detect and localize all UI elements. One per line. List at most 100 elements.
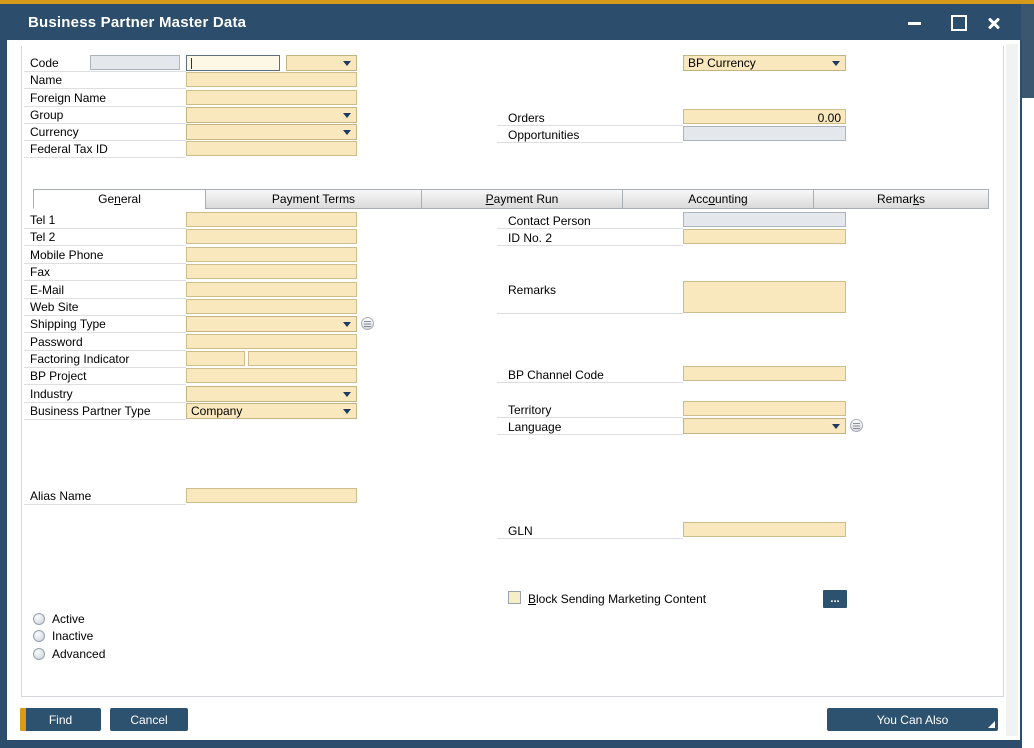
name-label: Name — [30, 73, 62, 87]
inactive-radio[interactable] — [33, 630, 45, 642]
orders-row: Orders — [497, 109, 683, 126]
window-title-bar[interactable]: Business Partner Master Data — [0, 4, 1021, 40]
territory-label: Territory — [508, 403, 551, 417]
bp-type-value: Company — [191, 404, 242, 418]
shipping-type-list-icon[interactable] — [361, 317, 374, 330]
tab-label: Payment Terms — [272, 192, 355, 206]
tab-label: unting — [715, 192, 748, 206]
dropdown-arrow-icon — [343, 409, 351, 414]
you-can-also-label: You Can Also — [877, 713, 949, 727]
tel2-row: Tel 2 — [24, 229, 186, 246]
orders-value: 0.00 — [818, 111, 841, 125]
foreign-name-label: Foreign Name — [30, 91, 106, 105]
password-input[interactable] — [186, 334, 357, 349]
name-row: Name — [24, 72, 186, 89]
id-no-2-input[interactable] — [683, 229, 846, 244]
dropdown-arrow-icon — [343, 61, 351, 66]
tab-remarks[interactable]: Remarks — [813, 189, 989, 209]
federal-tax-input[interactable] — [186, 141, 357, 156]
block-marketing-label: Block Sending Marketing Content — [528, 592, 706, 606]
contact-person-field — [683, 212, 846, 227]
dropdown-arrow-icon — [832, 424, 840, 429]
factoring-description-input[interactable] — [248, 351, 357, 366]
scrollbar-track[interactable] — [1006, 44, 1018, 736]
contact-person-row: Contact Person — [497, 212, 683, 229]
foreign-name-input[interactable] — [186, 90, 357, 105]
dropdown-arrow-icon — [343, 322, 351, 327]
find-button-label: Find — [49, 713, 72, 727]
tel1-label: Tel 1 — [30, 213, 55, 227]
tel1-row: Tel 1 — [24, 212, 186, 229]
shipping-type-dropdown[interactable] — [186, 316, 357, 332]
password-row: Password — [24, 334, 186, 351]
maximize-button[interactable] — [948, 12, 970, 34]
bp-channel-code-input[interactable] — [683, 366, 846, 381]
website-input[interactable] — [186, 299, 357, 314]
bp-type-dropdown[interactable]: Company — [186, 403, 357, 419]
tab-accounting[interactable]: Accounting — [622, 189, 814, 209]
bp-currency-dropdown[interactable]: BP Currency — [683, 55, 846, 71]
factoring-label: Factoring Indicator — [30, 352, 129, 366]
code-series-dropdown[interactable] — [286, 55, 357, 71]
minimize-button[interactable] — [903, 12, 925, 34]
contact-person-label: Contact Person — [508, 214, 591, 228]
more-options-button[interactable]: ... — [823, 590, 847, 608]
gln-input[interactable] — [683, 522, 846, 537]
tab-general[interactable]: General — [33, 189, 206, 209]
language-label: Language — [508, 420, 561, 434]
alias-name-label: Alias Name — [30, 489, 91, 503]
label-part: lock Sending Marketing Content — [536, 592, 706, 606]
territory-input[interactable] — [683, 401, 846, 416]
alias-name-input[interactable] — [186, 488, 357, 503]
bp-type-label: Business Partner Type — [30, 404, 151, 418]
advanced-radio[interactable] — [33, 648, 45, 660]
fax-row: Fax — [24, 264, 186, 281]
cancel-button-label: Cancel — [130, 713, 167, 727]
find-button[interactable]: Find — [20, 708, 101, 731]
bp-project-label: BP Project — [30, 369, 86, 383]
close-button[interactable] — [983, 12, 1005, 34]
currency-dropdown[interactable] — [186, 124, 357, 140]
tab-strip: General Payment Terms Payment Run Accoun… — [33, 189, 989, 209]
mobile-input[interactable] — [186, 247, 357, 262]
dropdown-arrow-icon — [343, 113, 351, 118]
window-title: Business Partner Master Data — [0, 14, 246, 31]
group-dropdown[interactable] — [186, 107, 357, 123]
orders-field[interactable]: 0.00 — [683, 109, 846, 124]
fax-label: Fax — [30, 265, 50, 279]
industry-dropdown[interactable] — [186, 386, 357, 402]
dropdown-arrow-icon — [343, 130, 351, 135]
remarks-row: Remarks — [497, 281, 683, 314]
tab-label-key: o — [708, 192, 715, 206]
bp-project-row: BP Project — [24, 368, 186, 385]
text-caret — [191, 58, 192, 69]
cancel-button[interactable]: Cancel — [110, 708, 188, 731]
language-list-icon[interactable] — [850, 419, 863, 432]
opportunities-label: Opportunities — [508, 128, 579, 142]
window-frame-left — [0, 40, 7, 748]
alias-name-row: Alias Name — [24, 488, 186, 505]
tel2-input[interactable] — [186, 229, 357, 244]
federal-tax-label: Federal Tax ID — [30, 142, 108, 156]
bp-project-input[interactable] — [186, 368, 357, 383]
email-row: E-Mail — [24, 282, 186, 299]
gln-label: GLN — [508, 524, 533, 538]
bp-type-row: Business Partner Type — [24, 403, 186, 420]
language-dropdown[interactable] — [683, 418, 846, 434]
you-can-also-button[interactable]: You Can Also — [827, 708, 998, 731]
name-input[interactable] — [186, 72, 357, 87]
code-input[interactable] — [186, 55, 280, 71]
tel1-input[interactable] — [186, 212, 357, 227]
fax-input[interactable] — [186, 264, 357, 279]
remarks-textarea[interactable] — [683, 281, 846, 313]
window-frame-right — [1020, 40, 1022, 748]
language-row: Language — [497, 418, 683, 435]
bp-channel-code-row: BP Channel Code — [497, 366, 683, 383]
orders-label: Orders — [508, 111, 545, 125]
tab-payment-run[interactable]: Payment Run — [421, 189, 623, 209]
block-marketing-checkbox[interactable] — [508, 591, 521, 604]
active-radio[interactable] — [33, 613, 45, 625]
email-input[interactable] — [186, 282, 357, 297]
tab-payment-terms[interactable]: Payment Terms — [205, 189, 422, 209]
factoring-indicator-input[interactable] — [186, 351, 245, 366]
